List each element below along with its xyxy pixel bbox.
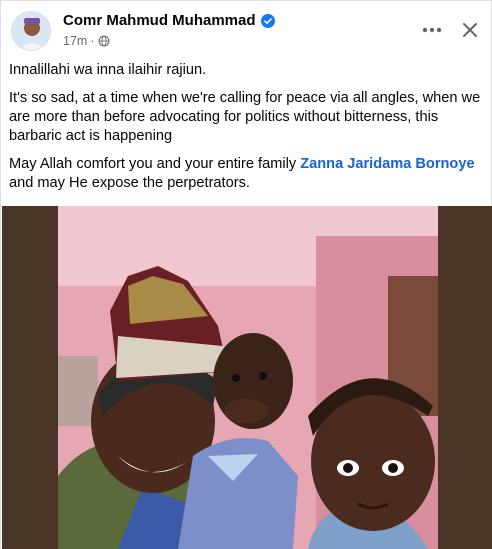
post-photo[interactable] <box>58 206 438 549</box>
paragraph-3-text-end: and may He expose the perpetrators. <box>9 175 250 191</box>
mention-link[interactable]: Zanna Jaridama Bornoye <box>300 156 474 172</box>
author-name[interactable]: Comr Mahmud Muhammad <box>63 12 275 29</box>
close-icon <box>463 23 477 37</box>
paragraph-3-text-start: May Allah comfort you and your entire fa… <box>9 156 301 172</box>
globe-icon[interactable] <box>98 35 110 47</box>
post-meta: 17m · <box>63 34 110 48</box>
author-name-text[interactable]: Comr Mahmud Muhammad <box>63 12 256 29</box>
author-avatar[interactable] <box>11 11 51 51</box>
close-button[interactable] <box>455 15 485 45</box>
post-body: Innalillahi wa inna ilaihir rajiun. It's… <box>9 61 487 202</box>
post-photo-frame[interactable] <box>2 206 492 549</box>
post-timestamp[interactable]: 17m <box>63 34 87 48</box>
post-paragraph-3: May Allah comfort you and your entire fa… <box>9 155 487 193</box>
meta-separator: · <box>90 34 95 48</box>
post-header: Comr Mahmud Muhammad 17m · <box>9 9 485 51</box>
avatar-image <box>12 12 50 50</box>
verified-badge-icon <box>260 13 275 28</box>
photo-illustration <box>58 206 438 549</box>
more-options-icon <box>422 27 442 33</box>
post-paragraph-1: Innalillahi wa inna ilaihir rajiun. <box>9 62 207 78</box>
more-options-button[interactable] <box>417 15 447 45</box>
post-paragraph-2: It's so sad, at a time when we're callin… <box>9 90 481 144</box>
facebook-post: Comr Mahmud Muhammad 17m · Innalillahi w… <box>0 0 492 549</box>
